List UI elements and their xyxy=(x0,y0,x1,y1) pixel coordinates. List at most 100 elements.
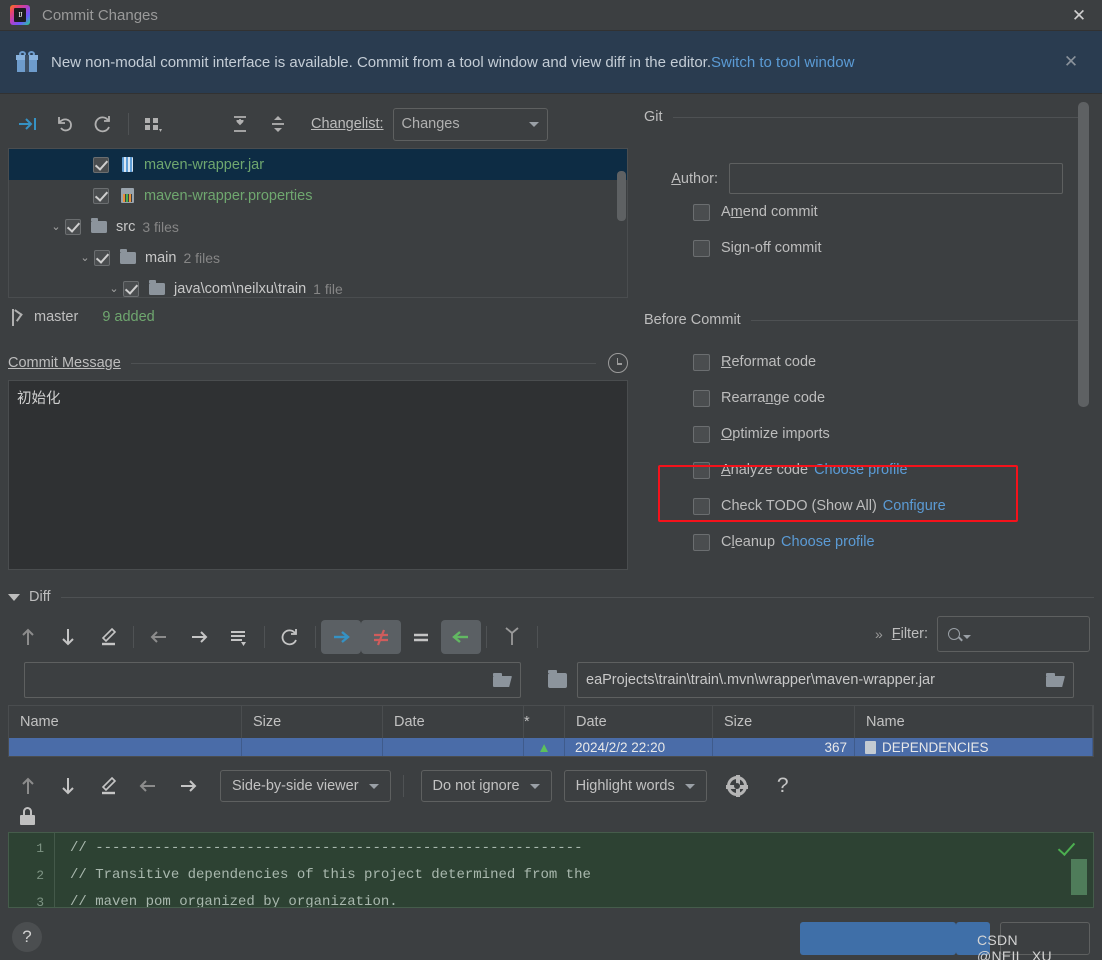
code-content[interactable]: // -------------------------------------… xyxy=(55,833,1093,907)
left-arrow-icon[interactable] xyxy=(128,769,168,803)
column-header-size-left[interactable]: Size xyxy=(242,706,383,738)
next-difference-icon[interactable] xyxy=(48,769,88,803)
diff-editor[interactable]: 1 2 3 // -------------------------------… xyxy=(8,832,1094,908)
changelist-dropdown[interactable]: Changes xyxy=(392,107,548,141)
not-equal-icon[interactable] xyxy=(361,620,401,654)
editor-scrollbar-marker[interactable] xyxy=(1071,859,1087,895)
chevron-down-icon[interactable]: ⌄ xyxy=(76,251,94,264)
options-scrollbar[interactable] xyxy=(1078,102,1089,407)
commit-message-input[interactable]: 初始化 xyxy=(8,380,628,570)
reformat-code-checkbox[interactable] xyxy=(693,353,710,371)
edit-icon[interactable] xyxy=(88,620,128,654)
analyze-code-label[interactable]: Analyze code xyxy=(721,462,808,478)
cleanup-row[interactable]: Cleanup Choose profile xyxy=(644,524,1084,560)
merge-icon[interactable] xyxy=(492,620,532,654)
equal-icon[interactable] xyxy=(401,620,441,654)
check-todo-label[interactable]: Check TODO (Show All) xyxy=(721,498,877,514)
optimize-imports-checkbox[interactable] xyxy=(693,425,710,443)
chevron-down-icon[interactable]: ⌄ xyxy=(47,220,65,233)
column-header-date-left[interactable]: Date xyxy=(383,706,524,738)
collapse-all-icon[interactable] xyxy=(259,107,297,141)
author-input[interactable] xyxy=(729,163,1063,194)
sign-off-commit-row[interactable]: Sign-off commit xyxy=(644,230,1084,266)
check-todo-configure-link[interactable]: Configure xyxy=(883,498,946,514)
right-arrow-icon[interactable] xyxy=(168,769,208,803)
commit-options-panel: Git Author: Amend commit Sign-off commit xyxy=(640,94,1102,584)
check-todo-row[interactable]: Check TODO (Show All) Configure xyxy=(644,488,1084,524)
rearrange-code-row[interactable]: Rearrange code xyxy=(644,380,1084,416)
help-button[interactable]: ? xyxy=(12,922,42,952)
file-checkbox[interactable] xyxy=(93,156,109,173)
tree-row-java-package[interactable]: ⌄ java\com\neilxu\train 1 file xyxy=(9,273,627,297)
switch-to-tool-window-link[interactable]: Switch to tool window xyxy=(711,54,854,71)
right-arrow-icon[interactable] xyxy=(179,620,219,654)
right-path-input[interactable]: еaProjects\train\train\.mvn\wrapper\mave… xyxy=(577,662,1074,698)
sign-off-commit-checkbox[interactable] xyxy=(693,239,710,257)
accept-right-icon[interactable] xyxy=(321,620,361,654)
optimize-imports-row[interactable]: Optimize imports xyxy=(644,416,1084,452)
rollback-icon[interactable] xyxy=(46,107,84,141)
group-by-icon[interactable] xyxy=(135,107,173,141)
next-difference-icon[interactable] xyxy=(48,620,88,654)
collapse-diff-icon[interactable] xyxy=(8,593,20,601)
folder-checkbox[interactable] xyxy=(94,249,110,266)
rearrange-code-checkbox[interactable] xyxy=(693,389,710,407)
edit-icon[interactable] xyxy=(88,769,128,803)
show-diff-icon[interactable] xyxy=(8,107,46,141)
changed-files-tree[interactable]: maven-wrapper.jar maven-wrapper.properti… xyxy=(8,148,628,298)
previous-difference-icon[interactable] xyxy=(8,620,48,654)
amend-commit-label[interactable]: Amend commit xyxy=(721,204,818,220)
analyze-code-row[interactable]: Analyze code Choose profile xyxy=(644,452,1084,488)
tree-scrollbar[interactable] xyxy=(617,171,626,221)
column-header-date-right[interactable]: Date xyxy=(565,706,713,738)
tree-row-main[interactable]: ⌄ main 2 files xyxy=(9,242,627,273)
tree-row-maven-wrapper-jar[interactable]: maven-wrapper.jar xyxy=(9,149,627,180)
column-header-name-right[interactable]: Name xyxy=(855,706,1093,738)
reformat-code-label[interactable]: Reformat code xyxy=(721,354,816,370)
chevron-down-icon[interactable]: ⌄ xyxy=(105,282,123,295)
refresh-icon[interactable] xyxy=(270,620,310,654)
filter-input[interactable] xyxy=(937,616,1090,652)
clock-icon[interactable] xyxy=(608,353,628,373)
highlight-mode-dropdown[interactable]: Highlight words xyxy=(563,770,707,802)
amend-commit-row[interactable]: Amend commit xyxy=(644,194,1084,230)
refresh-icon[interactable] xyxy=(84,107,122,141)
cleanup-choose-profile-link[interactable]: Choose profile xyxy=(781,534,875,550)
browse-folder-icon[interactable] xyxy=(493,673,512,687)
cleanup-checkbox[interactable] xyxy=(693,533,710,551)
banner-close-icon[interactable]: ✕ xyxy=(1058,49,1084,75)
overflow-chevron-icon[interactable]: » xyxy=(875,626,883,642)
tree-row-src[interactable]: ⌄ src 3 files xyxy=(9,211,627,242)
expand-all-icon[interactable] xyxy=(221,107,259,141)
rearrange-code-label[interactable]: Rearrange code xyxy=(721,390,825,406)
check-todo-checkbox[interactable] xyxy=(693,497,710,515)
folder-checkbox[interactable] xyxy=(123,280,139,297)
left-path-input[interactable] xyxy=(24,662,521,698)
close-window-icon[interactable]: ✕ xyxy=(1056,0,1102,31)
accept-left-icon[interactable] xyxy=(441,620,481,654)
previous-difference-icon[interactable] xyxy=(8,769,48,803)
ignore-mode-dropdown[interactable]: Do not ignore xyxy=(420,770,552,802)
amend-commit-checkbox[interactable] xyxy=(693,203,710,221)
file-checkbox[interactable] xyxy=(93,187,109,204)
viewer-mode-dropdown[interactable]: Side-by-side viewer xyxy=(220,770,391,802)
column-header-star[interactable]: * xyxy=(524,706,565,738)
analyze-code-checkbox[interactable] xyxy=(693,461,710,479)
folder-checkbox[interactable] xyxy=(65,218,81,235)
help-icon[interactable]: ? xyxy=(763,769,803,803)
gear-icon[interactable] xyxy=(717,769,757,803)
analyze-code-choose-profile-link[interactable]: Choose profile xyxy=(814,462,908,478)
left-arrow-icon[interactable] xyxy=(139,620,179,654)
tree-row-maven-wrapper-properties[interactable]: maven-wrapper.properties xyxy=(9,180,627,211)
table-row[interactable]: ▲ 2024/2/2 22:20 367 DEPENDENCIES xyxy=(9,738,1093,756)
browse-folder-icon[interactable] xyxy=(1046,673,1065,687)
line-number-gutter: 1 2 3 xyxy=(9,833,55,907)
commit-button[interactable] xyxy=(800,922,956,955)
cleanup-label[interactable]: Cleanup xyxy=(721,534,775,550)
column-header-name-left[interactable]: Name xyxy=(9,706,242,738)
line-options-icon[interactable] xyxy=(219,620,259,654)
reformat-code-row[interactable]: Reformat code xyxy=(644,344,1084,380)
column-header-size-right[interactable]: Size xyxy=(713,706,855,738)
sign-off-commit-label[interactable]: Sign-off commit xyxy=(721,240,822,256)
optimize-imports-label[interactable]: Optimize imports xyxy=(721,426,830,442)
